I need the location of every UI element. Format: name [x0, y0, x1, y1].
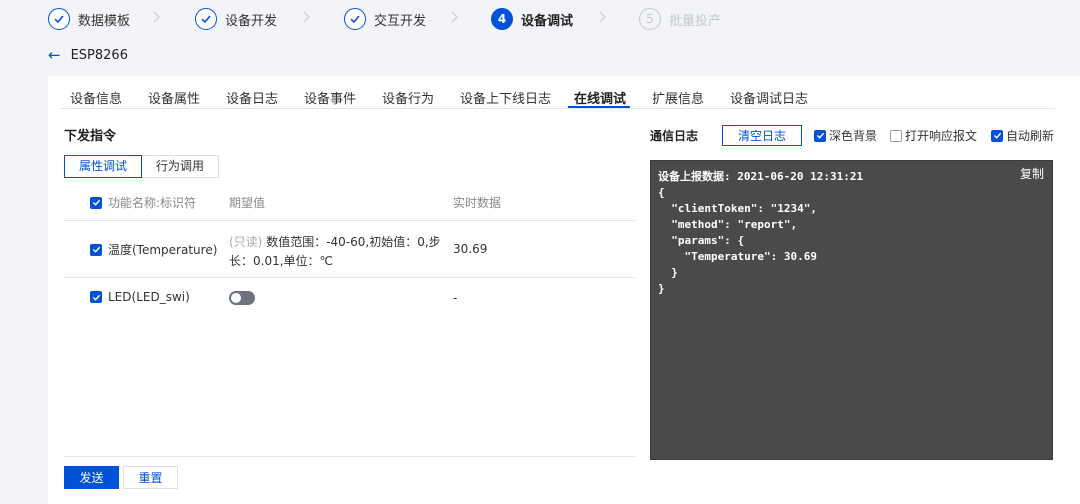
row-name: LED(LED_swi) [108, 290, 190, 304]
step-number: 4 [491, 8, 513, 30]
option-auto-refresh[interactable]: 自动刷新 [991, 127, 1054, 144]
tab-bar: 设备信息 设备属性 设备日志 设备事件 设备行为 设备上下线日志 在线调试 扩展… [60, 84, 1055, 109]
chevron-right-icon [594, 11, 606, 23]
chevron-right-icon [148, 11, 160, 23]
step-label: 交互开发 [374, 13, 427, 29]
step-interaction-dev[interactable]: 交互开发 [344, 8, 426, 30]
step-label: 设备开发 [225, 13, 278, 29]
log-title: 通信日志 [650, 129, 699, 143]
select-all-checkbox[interactable] [90, 196, 102, 209]
dark-bg-checkbox[interactable] [814, 129, 826, 142]
step-device-debug[interactable]: 4 设备调试 [491, 8, 573, 30]
header-expected: 期望值 [229, 196, 266, 210]
stepper: 数据模板 设备开发 交互开发 4 设备调试 5 批量投产 [0, 0, 1080, 38]
step-label: 批量投产 [669, 13, 722, 29]
active-tab-indicator [568, 106, 630, 108]
clear-log-button[interactable]: 清空日志 [722, 125, 802, 146]
table-divider [64, 220, 635, 221]
tab-online-offline-logs[interactable]: 设备上下线日志 [460, 88, 551, 107]
step-mass-production[interactable]: 5 批量投产 [639, 8, 721, 30]
tab-device-properties[interactable]: 设备属性 [148, 88, 200, 107]
option-show-response[interactable]: 打开响应报文 [890, 127, 977, 144]
step-number: 5 [639, 8, 661, 30]
tab-extended-info[interactable]: 扩展信息 [652, 88, 704, 107]
readonly-tag: (只读) [229, 235, 263, 249]
chevron-right-icon [446, 11, 458, 23]
tab-debug-logs[interactable]: 设备调试日志 [730, 88, 808, 107]
tab-device-events[interactable]: 设备事件 [304, 88, 356, 107]
row-realtime-value: 30.69 [453, 242, 488, 256]
subtab-group: 属性调试 行为调用 [64, 155, 220, 178]
step-data-template[interactable]: 数据模板 [48, 8, 130, 30]
breadcrumb: ← ESP8266 [48, 46, 128, 64]
subtab-property-debug[interactable]: 属性调试 [64, 155, 143, 178]
table-row: 温度(Temperature) [90, 241, 217, 258]
option-label: 自动刷新 [1006, 129, 1055, 143]
arrow-left-icon[interactable]: ← [48, 47, 61, 63]
reset-button[interactable]: 重置 [123, 466, 178, 489]
row-name: 温度(Temperature) [108, 243, 218, 257]
main-card: 设备信息 设备属性 设备日志 设备事件 设备行为 设备上下线日志 在线调试 扩展… [48, 76, 1080, 504]
log-console[interactable]: 设备上报数据: 2021-06-20 12:31:21 { "clientTok… [650, 160, 1053, 460]
row-checkbox[interactable] [90, 291, 102, 303]
section-title-commands: 下发指令 [64, 129, 117, 144]
option-dark-background[interactable]: 深色背景 [814, 127, 877, 144]
table-divider [64, 277, 635, 278]
tab-device-logs[interactable]: 设备日志 [226, 88, 278, 107]
step-device-dev[interactable]: 设备开发 [195, 8, 277, 30]
led-toggle[interactable] [229, 291, 255, 305]
check-icon [344, 8, 366, 30]
check-icon [195, 8, 217, 30]
check-icon [48, 8, 70, 30]
show-response-checkbox[interactable] [890, 129, 902, 142]
send-button[interactable]: 发送 [64, 466, 119, 489]
tab-device-info[interactable]: 设备信息 [70, 88, 122, 107]
chevron-right-icon [298, 11, 310, 23]
header-name: 功能名称:标识符 [90, 194, 196, 211]
footer-divider [64, 456, 635, 457]
tab-online-debug[interactable]: 在线调试 [574, 88, 626, 107]
option-label: 深色背景 [829, 129, 878, 143]
step-label: 设备调试 [521, 13, 574, 29]
header-realtime: 实时数据 [453, 196, 502, 210]
table-row: LED(LED_swi) [90, 290, 190, 304]
row-checkbox[interactable] [90, 243, 102, 256]
header-name-label: 功能名称:标识符 [108, 196, 197, 210]
auto-refresh-checkbox[interactable] [991, 129, 1003, 142]
option-label: 打开响应报文 [905, 129, 978, 143]
toggle-knob [231, 293, 241, 303]
device-name: ESP8266 [70, 47, 128, 63]
row-realtime-value: - [453, 291, 458, 305]
tab-device-actions[interactable]: 设备行为 [382, 88, 434, 107]
subtab-action-call[interactable]: 行为调用 [142, 155, 220, 178]
row-description: (只读) 数值范围：-40-60,初始值：0,步长：0.01,单位：℃ [229, 233, 451, 271]
step-label: 数据模板 [78, 13, 131, 29]
copy-button[interactable]: 复制 [1020, 165, 1044, 182]
log-text: 设备上报数据: 2021-06-20 12:31:21 { "clientTok… [658, 170, 864, 295]
